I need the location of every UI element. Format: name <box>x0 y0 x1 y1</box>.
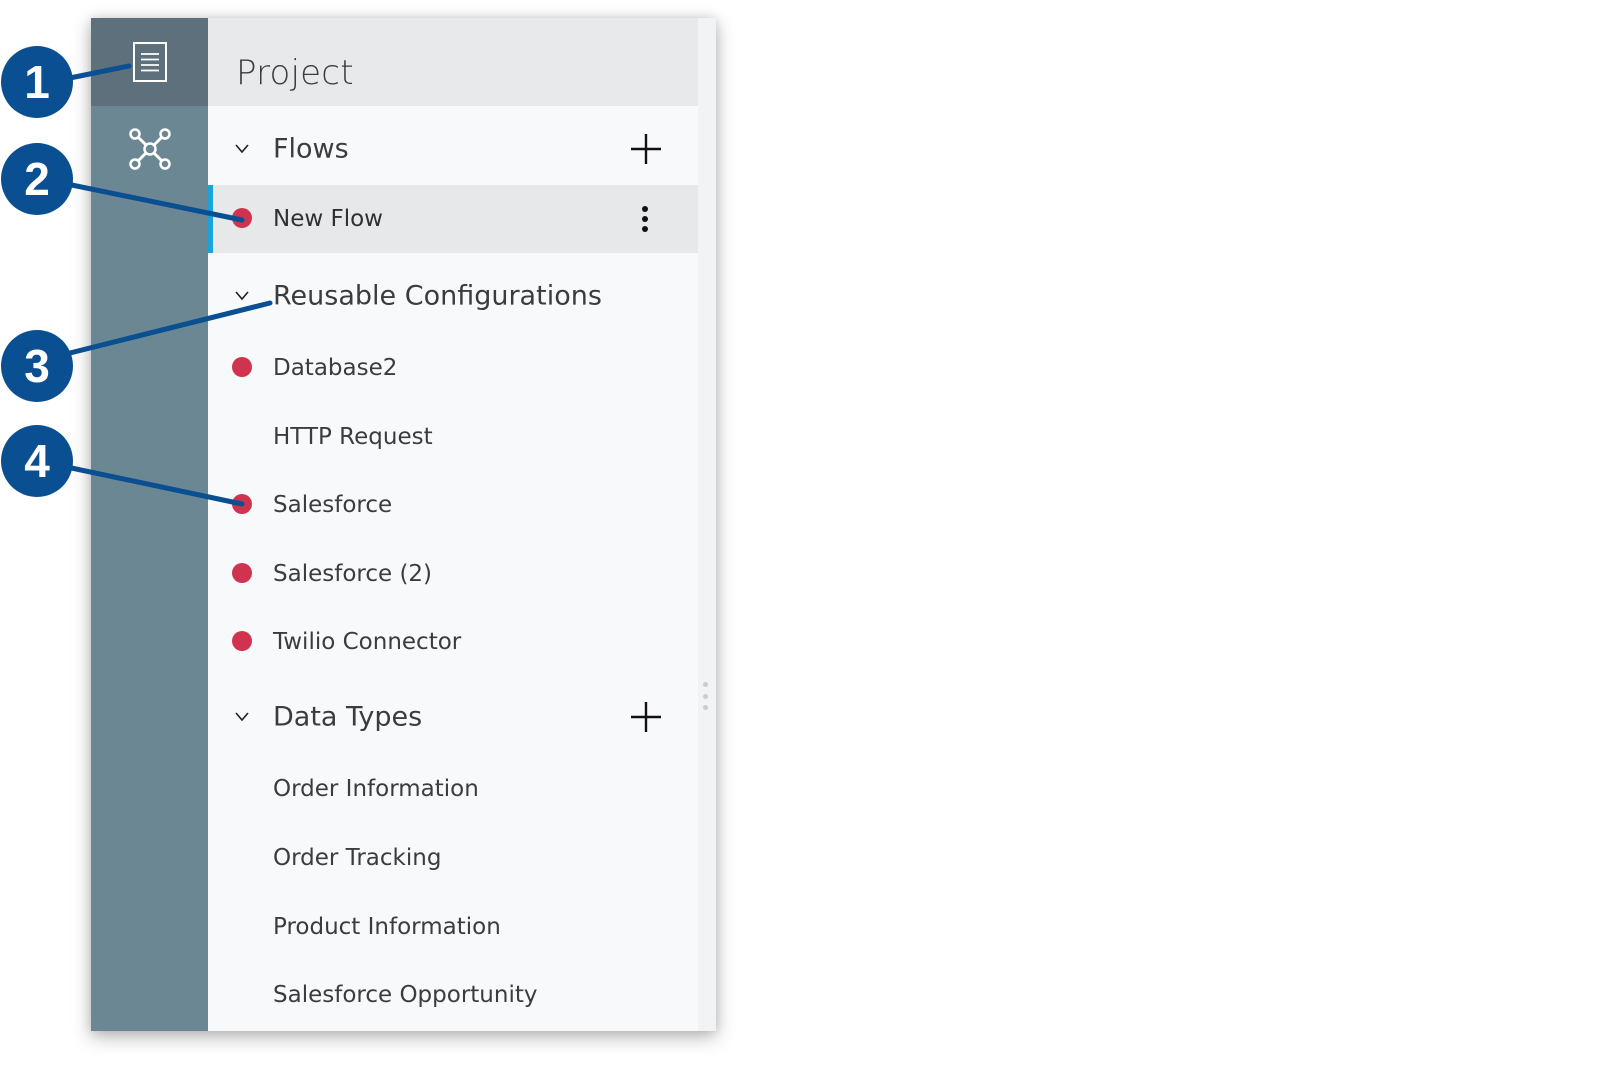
item-label: Salesforce (2) <box>273 561 433 587</box>
status-dot <box>232 631 252 651</box>
project-tree: Project Flows New Flow Reusable Configur… <box>208 18 698 1031</box>
callout-badge-4: 4 <box>1 425 73 497</box>
callout-badge-1: 1 <box>1 46 73 118</box>
item-label: Database2 <box>273 355 398 381</box>
item-label: Order Information <box>273 776 479 802</box>
grip-dot-icon <box>702 693 708 699</box>
tree-item[interactable]: Salesforce <box>208 471 698 539</box>
section-label: Reusable Configurations <box>273 280 602 312</box>
section-data-types[interactable]: Data Types <box>208 683 698 751</box>
add-data-type-icon[interactable] <box>630 701 662 733</box>
item-label: Order Tracking <box>273 845 442 871</box>
grip-dot-icon <box>702 705 708 710</box>
status-dot <box>232 357 252 377</box>
tree-item[interactable]: Order Information <box>208 755 698 823</box>
rail-item-graph[interactable] <box>91 106 208 192</box>
chevron-down-icon[interactable] <box>234 140 250 156</box>
section-reusable-configurations[interactable]: Reusable Configurations <box>208 262 698 330</box>
tree-item[interactable]: Salesforce (2) <box>208 540 698 608</box>
section-label: Flows <box>273 133 349 165</box>
tree-item[interactable]: Order Tracking <box>208 824 698 892</box>
item-label: Product Information <box>273 914 501 940</box>
resize-handle[interactable] <box>702 682 708 710</box>
status-dot <box>232 494 252 514</box>
item-label: Twilio Connector <box>273 629 462 655</box>
item-label: HTTP Request <box>273 424 433 450</box>
more-options-icon[interactable] <box>635 205 655 233</box>
panel-gutter <box>698 18 716 1031</box>
status-dot <box>232 563 252 583</box>
item-label: Salesforce <box>273 492 393 518</box>
callout-badge-3: 3 <box>1 330 73 402</box>
tree-item-new-flow[interactable]: New Flow <box>208 185 698 253</box>
callout-badge-2: 2 <box>1 143 73 215</box>
status-dot <box>232 208 252 228</box>
grip-dot-icon <box>702 682 708 687</box>
document-icon <box>132 42 167 82</box>
page-title: Project <box>236 53 354 93</box>
tree-item[interactable]: HTTP Request <box>208 403 698 471</box>
chevron-down-icon[interactable] <box>234 287 250 303</box>
network-graph-icon <box>128 128 171 170</box>
chevron-down-icon[interactable] <box>234 708 250 724</box>
item-label: New Flow <box>273 206 383 232</box>
tree-item[interactable]: Salesforce Opportunity <box>208 961 698 1029</box>
panel-header: Project <box>208 18 698 106</box>
tree-item[interactable]: Product Information <box>208 893 698 961</box>
item-label: Salesforce Opportunity <box>273 982 538 1008</box>
section-flows[interactable]: Flows <box>208 115 698 183</box>
rail-item-project[interactable] <box>91 18 208 106</box>
add-flow-icon[interactable] <box>630 133 662 165</box>
icon-rail <box>91 18 208 1031</box>
section-label: Data Types <box>273 701 423 733</box>
project-panel: Project Flows New Flow Reusable Configur… <box>91 18 716 1031</box>
tree-item[interactable]: Twilio Connector <box>208 608 698 676</box>
tree-item[interactable]: Database2 <box>208 334 698 402</box>
